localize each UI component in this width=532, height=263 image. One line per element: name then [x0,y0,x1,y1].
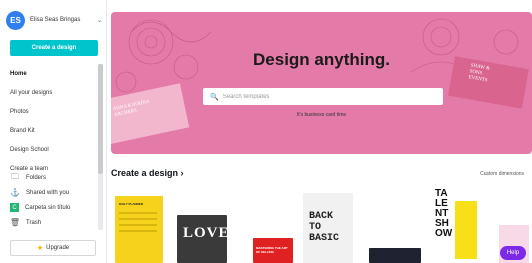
template-card-talent-show[interactable]: TA LE NT SH OW [435,187,483,263]
sidebar-item-trash[interactable]: 🗑 Trash [10,215,96,230]
sidebar-nav: Home All your designs Photos Brand Kit D… [10,64,96,178]
template-card-dark[interactable] [369,248,421,263]
sidebar-item-folders[interactable]: 🗀 Folders [10,170,96,185]
folder-icon: 🗀 [11,171,19,181]
scrollbar-thumb[interactable] [98,64,103,174]
hero-decoration [111,18,529,144]
search-icon: 🔍 [210,93,219,101]
main-content: ANNA KATRINA ARCHERS SHAW & SONS EVENTS … [107,0,532,263]
account-name: Elisa Seas Bringas [30,17,81,23]
upgrade-button[interactable]: ★ Upgrade [10,240,96,256]
template-card-love[interactable]: LOVE [177,215,227,263]
sidebar-item-all-designs[interactable]: All your designs [10,83,96,102]
sidebar-scrollbar[interactable] [98,64,103,230]
sidebar-item-label: Folders [26,174,47,181]
star-icon: ★ [36,245,44,252]
sidebar-item-label: Trash [26,219,42,226]
search-input[interactable] [222,93,423,100]
template-card-red-book[interactable]: MASTERING THE ART OF SELLING [253,238,293,263]
sidebar-item-label: Carpeta sin título [25,204,71,211]
template-card-back-to-basic[interactable]: BACK TO BASIC [303,193,353,263]
chevron-down-icon: ⌄ [96,17,102,24]
sidebar-item-design-school[interactable]: Design School [10,140,96,159]
shared-icon: ⚓ [10,188,20,197]
sidebar-item-home[interactable]: Home [10,64,96,83]
hero-title: Design anything. [253,50,390,69]
sidebar-item-shared[interactable]: ⚓ Shared with you [10,185,96,200]
account-switcher[interactable]: ES Elisa Seas Bringas ⌄ [6,9,102,31]
sidebar-item-untitled-folder[interactable]: C Carpeta sin título [10,200,96,215]
template-card-daily-planner[interactable]: DAILY PLANNER [115,196,163,263]
hero-subtitle: It's business card time [296,112,347,118]
create-design-button[interactable]: Create a design [10,40,98,56]
help-button[interactable]: Help [500,246,526,260]
sidebar: ES Elisa Seas Bringas ⌄ Create a design … [0,0,107,263]
template-title: MASTERING THE ART OF SELLING [256,246,288,254]
sidebar-item-label: Shared with you [26,189,70,196]
template-title: LOVE [183,225,227,241]
custom-dimensions-link[interactable]: Custom dimensions [480,171,524,177]
trash-icon: 🗑 [9,218,21,227]
upgrade-label: Upgrade [46,245,70,251]
template-title: DAILY PLANNER [119,202,144,206]
create-design-header: Create a design › Custom dimensions [111,168,532,180]
avatar: ES [6,10,25,30]
search-bar[interactable]: 🔍 [203,88,443,105]
template-title: BACK TO BASIC [309,211,340,244]
green-folder-icon: C [10,203,19,212]
sidebar-item-brand-kit[interactable]: Brand Kit [10,121,96,140]
sidebar-folders: 🗀 Folders ⚓ Shared with you C Carpeta si… [10,170,96,230]
create-design-title[interactable]: Create a design › [111,168,184,178]
sidebar-item-photos[interactable]: Photos [10,102,96,121]
hero-banner: ANNA KATRINA ARCHERS SHAW & SONS EVENTS … [111,12,532,154]
